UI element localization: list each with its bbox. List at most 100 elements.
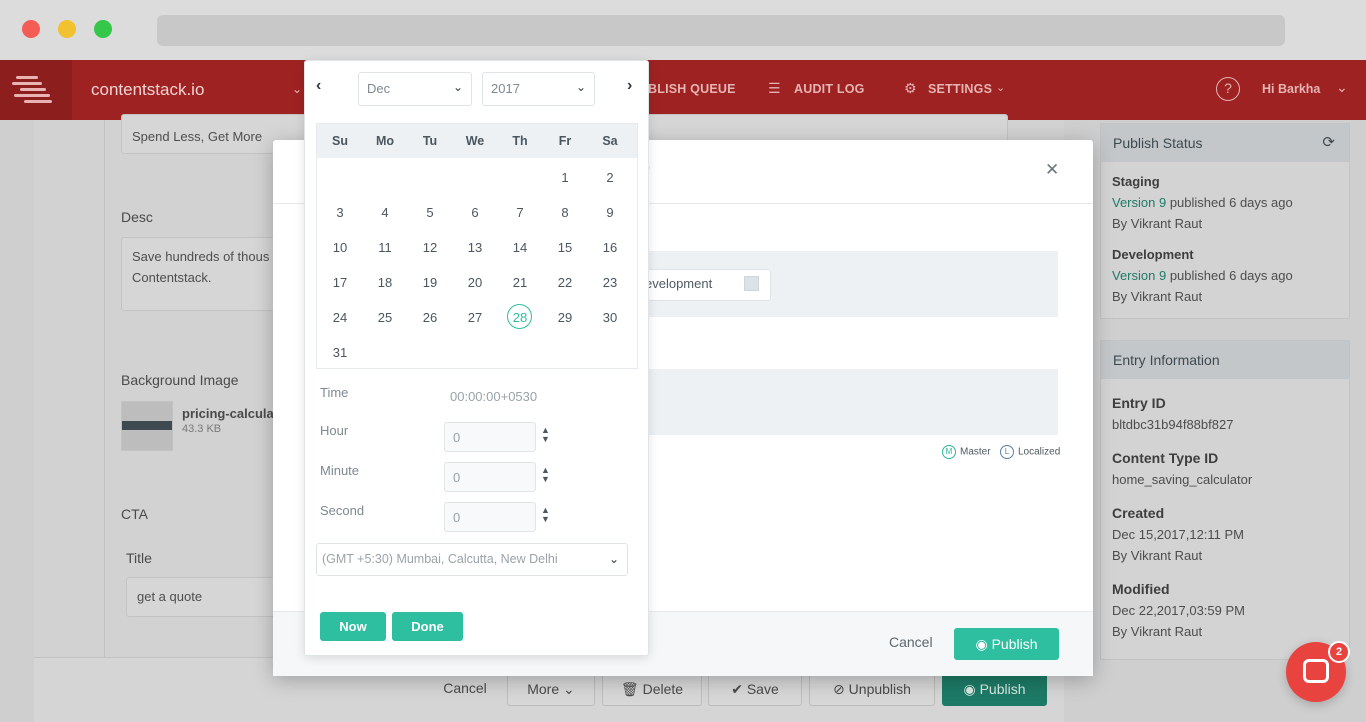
next-month-icon[interactable]: › — [627, 77, 632, 95]
calendar-day-13[interactable]: 13 — [453, 240, 497, 255]
hour-input[interactable]: 0 — [444, 422, 536, 452]
version-link[interactable]: Version 9 — [1112, 195, 1166, 210]
localized-legend: L Localized — [1000, 445, 1060, 459]
environment-name: evelopment — [645, 276, 713, 291]
logo[interactable] — [0, 60, 72, 120]
unpublish-label: Unpublish — [848, 681, 911, 697]
save-button[interactable]: ✔ Save — [708, 673, 802, 706]
background-image-label: Background Image — [121, 372, 239, 388]
publish-button[interactable]: ◉ Publish — [942, 673, 1047, 706]
address-bar[interactable] — [157, 15, 1285, 46]
timezone-select[interactable]: (GMT +5:30) Mumbai, Calcutta, New Delhi ⌄ — [316, 543, 628, 576]
calendar-day-15[interactable]: 15 — [543, 240, 587, 255]
calendar-day-16[interactable]: 16 — [588, 240, 632, 255]
minimize-window-button[interactable] — [58, 20, 76, 38]
calendar-day-7[interactable]: 7 — [498, 205, 542, 220]
image-thumbnail[interactable] — [121, 401, 173, 451]
calendar-day-31[interactable]: 31 — [318, 345, 362, 360]
calendar-day-26[interactable]: 26 — [408, 310, 452, 325]
chevron-down-icon[interactable]: ⌄ — [1336, 79, 1348, 96]
hour-label: Hour — [320, 423, 349, 438]
calendar-day-22[interactable]: 22 — [543, 275, 587, 290]
close-icon[interactable]: ✕ — [1045, 160, 1059, 180]
done-button[interactable]: Done — [392, 612, 463, 641]
unpublish-button[interactable]: ⊘ Unpublish — [809, 673, 935, 706]
calendar-day-25[interactable]: 25 — [363, 310, 407, 325]
close-window-button[interactable] — [22, 20, 40, 38]
calendar-day-12[interactable]: 12 — [408, 240, 452, 255]
chevron-down-icon[interactable]: ⌄ — [292, 82, 302, 96]
entry-information-panel: Entry Information Entry ID bltdbc31b94f8… — [1100, 340, 1350, 660]
calendar-day-24[interactable]: 24 — [318, 310, 362, 325]
calendar-day-10[interactable]: 10 — [318, 240, 362, 255]
globe-icon: ◉ — [963, 681, 976, 697]
weekday-th: Th — [512, 134, 528, 148]
calendar-day-9[interactable]: 9 — [588, 205, 632, 220]
month-select[interactable]: Dec ⌄ — [358, 72, 472, 106]
calendar-day-2[interactable]: 2 — [588, 170, 632, 185]
file-name[interactable]: pricing-calcula — [182, 406, 274, 421]
master-legend-label: Master — [960, 446, 991, 458]
modal-cancel-button[interactable]: Cancel — [889, 634, 933, 650]
more-button[interactable]: More ⌄ — [507, 673, 595, 706]
second-stepper-icon[interactable]: ▲ ▼ — [541, 506, 550, 524]
chevron-down-icon: ⌄ — [575, 80, 586, 94]
delete-button[interactable]: 🗑 Delete — [602, 673, 702, 706]
save-label: Save — [746, 681, 779, 697]
calendar-day-3[interactable]: 3 — [318, 205, 362, 220]
more-label: More — [527, 681, 560, 697]
calendar-day-17[interactable]: 17 — [318, 275, 362, 290]
nav-settings[interactable]: SETTINGS — [928, 82, 992, 96]
desc-label: Desc — [121, 209, 153, 225]
prev-month-icon[interactable]: ‹ — [316, 77, 321, 95]
datepicker: ‹ Dec ⌄ 2017 ⌄ › Su Mo Tu We Th Fr Sa 1 2 3 4 5 6 7 8 9 10… — [304, 60, 649, 656]
minute-stepper-icon[interactable]: ▲ ▼ — [541, 466, 550, 484]
calendar-day-19[interactable]: 19 — [408, 275, 452, 290]
calendar-day-4[interactable]: 4 — [363, 205, 407, 220]
delete-label: Delete — [642, 681, 684, 697]
nav-audit-log[interactable]: AUDIT LOG — [794, 82, 865, 96]
calendar-day-11[interactable]: 11 — [363, 240, 407, 255]
calendar-day-18[interactable]: 18 — [363, 275, 407, 290]
maximize-window-button[interactable] — [94, 20, 112, 38]
modal-publish-button[interactable]: ◉ Publish — [954, 628, 1059, 660]
minute-input[interactable]: 0 — [444, 462, 536, 492]
stack-name[interactable]: contentstack.io — [91, 80, 204, 100]
master-icon: M — [942, 445, 956, 459]
weekday-mo: Mo — [375, 134, 395, 148]
entry-id-value: bltdbc31b94f88bf827 — [1112, 417, 1234, 432]
entry-id-label: Entry ID — [1112, 395, 1166, 411]
nav-publish-queue[interactable]: BLISH QUEUE — [648, 82, 736, 96]
created-by: By Vikrant Raut — [1112, 548, 1203, 563]
refresh-icon[interactable]: ⟳ — [1322, 133, 1335, 151]
cta-label: CTA — [121, 506, 148, 522]
master-legend: M Master — [942, 445, 991, 459]
notification-badge: 2 — [1328, 641, 1350, 663]
calendar-day-5[interactable]: 5 — [408, 205, 452, 220]
created-value: Dec 15,2017,12:11 PM — [1112, 527, 1245, 542]
hour-stepper-icon[interactable]: ▲ ▼ — [541, 426, 550, 444]
globe-icon: ◉ — [975, 636, 988, 652]
calendar-day-30[interactable]: 30 — [588, 310, 632, 325]
calendar-day-20[interactable]: 20 — [453, 275, 497, 290]
year-select[interactable]: 2017 ⌄ — [482, 72, 595, 106]
version-link[interactable]: Version 9 — [1112, 268, 1166, 283]
calendar-day-21[interactable]: 21 — [498, 275, 542, 290]
calendar-day-8[interactable]: 8 — [543, 205, 587, 220]
calendar-day-27[interactable]: 27 — [453, 310, 497, 325]
cancel-button[interactable]: Cancel — [433, 673, 497, 706]
user-menu[interactable]: Hi Barkha — [1262, 82, 1320, 96]
help-icon[interactable]: ? — [1216, 77, 1240, 101]
calendar-day-23[interactable]: 23 — [588, 275, 632, 290]
calendar-day-6[interactable]: 6 — [453, 205, 497, 220]
calendar-grid: Su Mo Tu We Th Fr Sa 1 2 3 4 5 6 7 8 9 10 11 12 13 14 15 16 17 1… — [316, 123, 638, 369]
calendar-day-14[interactable]: 14 — [498, 240, 542, 255]
now-button[interactable]: Now — [320, 612, 386, 641]
second-input[interactable]: 0 — [444, 502, 536, 532]
file-size: 43.3 KB — [182, 423, 222, 435]
calendar-day-28[interactable]: 28 — [498, 310, 542, 325]
calendar-day-29[interactable]: 29 — [543, 310, 587, 325]
time-label: Time — [320, 385, 349, 400]
environment-checkbox[interactable] — [744, 276, 759, 291]
calendar-day-1[interactable]: 1 — [543, 170, 587, 185]
